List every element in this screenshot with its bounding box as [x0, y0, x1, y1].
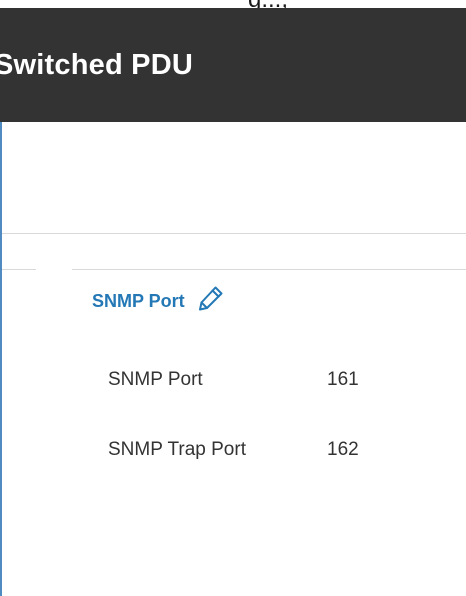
top-fragment-text: g..., — [248, 0, 288, 8]
snmp-port-section-title[interactable]: SNMP Port — [92, 291, 185, 312]
left-border — [0, 122, 2, 596]
detail-row: SNMP Trap Port 162 — [108, 439, 359, 509]
page: g..., Switched PDU SNMP Port SNMP Port — [0, 0, 466, 596]
snmp-port-details: SNMP Port 161 SNMP Trap Port 162 — [108, 369, 359, 509]
snmp-port-value: 161 — [327, 369, 359, 390]
divider — [2, 269, 36, 270]
divider — [72, 269, 466, 270]
snmp-trap-port-value: 162 — [327, 439, 359, 460]
divider — [2, 233, 466, 234]
snmp-port-section: SNMP Port — [92, 286, 225, 312]
snmp-port-label: SNMP Port — [108, 369, 203, 390]
detail-row: SNMP Port 161 — [108, 369, 359, 439]
app-header: Switched PDU — [0, 8, 466, 122]
top-strip: g..., — [0, 0, 466, 8]
snmp-port-section-header[interactable]: SNMP Port — [92, 286, 225, 312]
pencil-icon[interactable] — [197, 284, 225, 312]
header-title: Switched PDU — [0, 49, 193, 81]
snmp-trap-port-label: SNMP Trap Port — [108, 439, 246, 460]
